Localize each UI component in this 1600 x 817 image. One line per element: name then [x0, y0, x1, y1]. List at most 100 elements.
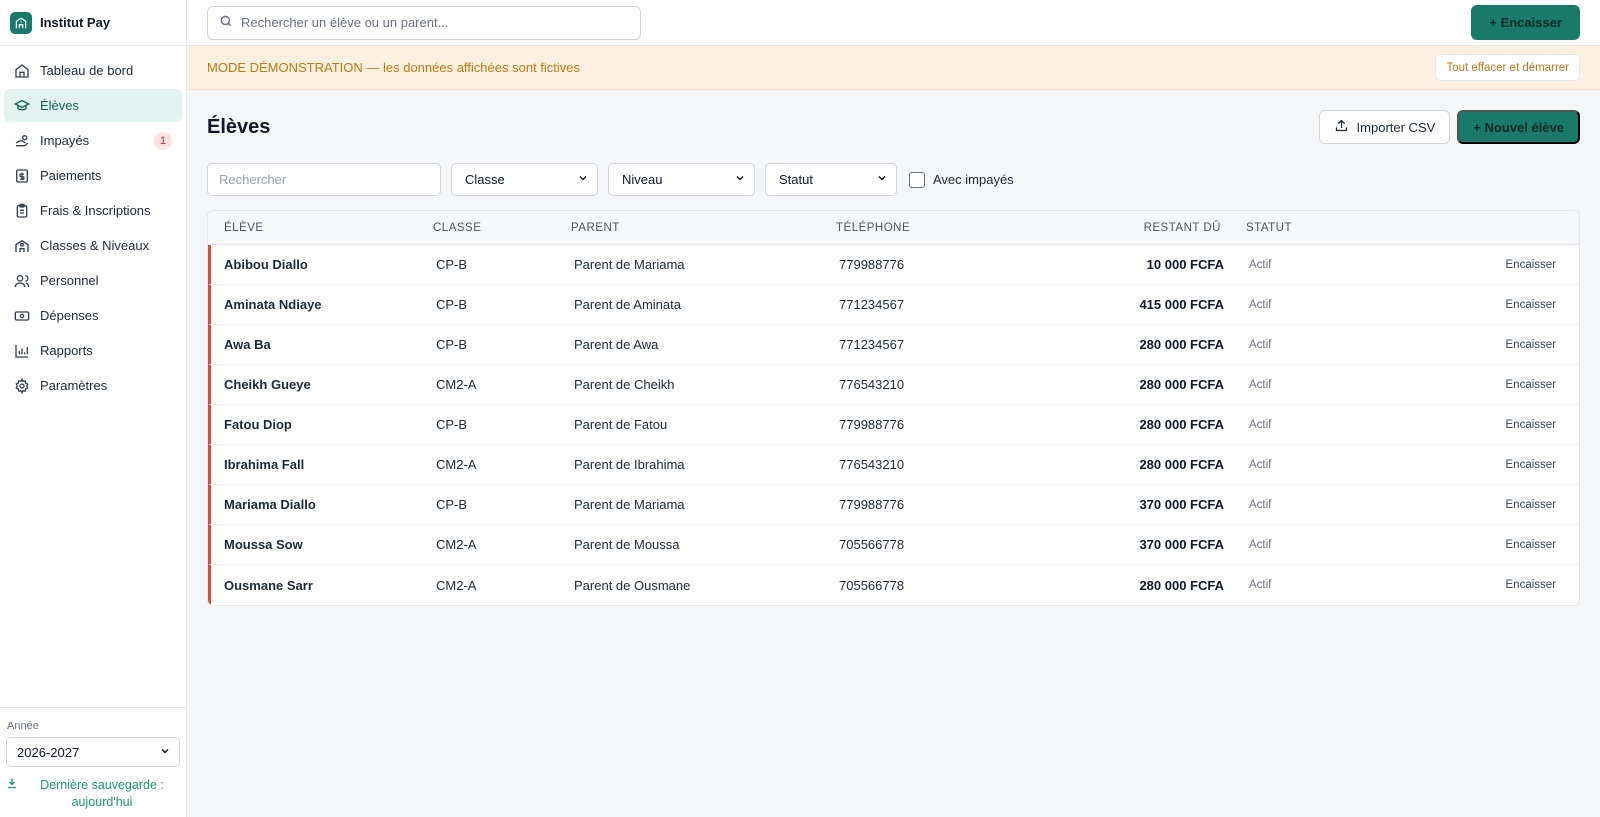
cell-eleve: Cheikh Gueye — [224, 377, 311, 392]
cell-telephone: 779988776 — [839, 417, 905, 432]
hand-coins-icon — [14, 133, 30, 149]
sidebar-item-label: Dépenses — [40, 308, 99, 323]
student-search-input[interactable]: Rechercher — [207, 163, 441, 196]
unpaid-filter-checkbox[interactable]: Avec impayés — [909, 171, 1014, 188]
unpaid-filter-label: Avec impayés — [933, 172, 1014, 187]
row-encaisser-button[interactable]: Encaisser — [1324, 419, 1579, 431]
reset-and-start-button[interactable]: Tout effacer et démarrer — [1435, 54, 1580, 81]
backup-text: Dernière sauvegarde : aujourd'hui — [40, 778, 164, 809]
app-root: Institut Pay Tableau de bord Élèves Impa… — [0, 0, 1600, 817]
cell-classe: CP-B — [436, 497, 468, 512]
sidebar-item-frais-inscriptions[interactable]: Frais & Inscriptions — [4, 194, 182, 227]
table-row[interactable]: Cheikh Gueye CM2-A Parent de Cheikh 7765… — [208, 365, 1579, 405]
sidebar-item-depenses[interactable]: Dépenses — [4, 299, 182, 332]
encaisser-button[interactable]: + Encaisser — [1471, 5, 1580, 40]
sidebar-item-impayes[interactable]: Impayés 1 — [4, 124, 182, 157]
table-row[interactable]: Moussa Sow CM2-A Parent de Moussa 705566… — [208, 525, 1579, 565]
chevron-down-icon — [876, 172, 888, 187]
year-select-value: 2026-2027 — [17, 744, 80, 760]
sidebar-item-eleves[interactable]: Élèves — [4, 89, 182, 122]
sidebar-item-tableau-de-bord[interactable]: Tableau de bord — [4, 54, 182, 87]
cell-eleve: Awa Ba — [224, 337, 271, 352]
sidebar-item-parametres[interactable]: Paramètres — [4, 369, 182, 402]
search-icon — [219, 14, 233, 31]
statut-filter-select[interactable]: Statut — [765, 163, 897, 196]
row-encaisser-button[interactable]: Encaisser — [1324, 499, 1579, 511]
cell-restant-du: 280 000 FCFA — [1139, 417, 1224, 432]
column-header-restant-du[interactable]: RESTANT DÛ — [1036, 222, 1221, 234]
demo-banner: MODE DÉMONSTRATION — les données affiché… — [187, 46, 1600, 90]
sidebar-item-label: Élèves — [40, 98, 80, 113]
gear-icon — [14, 377, 30, 394]
table-row[interactable]: Mariama Diallo CP-B Parent de Mariama 77… — [208, 485, 1579, 525]
classe-filter-select[interactable]: Classe — [451, 163, 598, 196]
table-row[interactable]: Aminata Ndiaye CP-B Parent de Aminata 77… — [208, 285, 1579, 325]
school-icon — [14, 238, 30, 254]
cell-classe: CP-B — [436, 297, 468, 312]
cell-restant-du: 10 000 FCFA — [1146, 257, 1224, 272]
niveau-filter-select[interactable]: Niveau — [608, 163, 755, 196]
cell-telephone: 779988776 — [839, 497, 905, 512]
cell-statut: Actif — [1249, 298, 1272, 311]
row-encaisser-button[interactable]: Encaisser — [1324, 379, 1579, 391]
sidebar-item-paiements[interactable]: Paiements — [4, 159, 182, 192]
table-row[interactable]: Ibrahima Fall CM2-A Parent de Ibrahima 7… — [208, 445, 1579, 485]
brand-name: Institut Pay — [40, 15, 111, 30]
table-row[interactable]: Awa Ba CP-B Parent de Awa 771234567 280 … — [208, 325, 1579, 365]
sidebar-item-personnel[interactable]: Personnel — [4, 264, 182, 297]
table-row[interactable]: Fatou Diop CP-B Parent de Fatou 77998877… — [208, 405, 1579, 445]
row-encaisser-button[interactable]: Encaisser — [1324, 579, 1579, 591]
cell-parent: Parent de Fatou — [574, 417, 668, 432]
row-encaisser-button[interactable]: Encaisser — [1324, 299, 1579, 311]
statut-filter-value: Statut — [779, 172, 813, 187]
receipt-icon — [14, 168, 30, 184]
column-header-statut[interactable]: STATUT — [1221, 222, 1321, 234]
sidebar-item-label: Tableau de bord — [40, 63, 134, 78]
column-header-parent[interactable]: PARENT — [571, 222, 836, 234]
checkbox-box[interactable] — [909, 171, 925, 188]
demo-banner-text: MODE DÉMONSTRATION — les données affiché… — [207, 60, 581, 75]
brand[interactable]: Institut Pay — [0, 0, 186, 46]
banknote-icon — [14, 308, 30, 324]
cell-classe: CM2-A — [436, 377, 477, 392]
cell-telephone: 705566778 — [839, 577, 905, 593]
cell-restant-du: 370 000 FCFA — [1139, 497, 1224, 512]
cell-classe: CM2-A — [436, 457, 477, 472]
cell-telephone: 776543210 — [839, 377, 905, 392]
topbar: Rechercher un élève ou un parent... + En… — [187, 0, 1600, 46]
chevron-down-icon — [734, 172, 746, 187]
cell-parent: Parent de Cheikh — [574, 377, 675, 392]
sidebar-item-rapports[interactable]: Rapports — [4, 334, 182, 367]
cell-parent: Parent de Mariama — [574, 497, 685, 512]
row-encaisser-button[interactable]: Encaisser — [1324, 259, 1579, 271]
sidebar-item-classes-niveaux[interactable]: Classes & Niveaux — [4, 229, 182, 262]
global-search-input[interactable]: Rechercher un élève ou un parent... — [207, 5, 641, 40]
table-row[interactable]: Abibou Diallo CP-B Parent de Mariama 779… — [208, 245, 1579, 285]
sidebar-item-label: Impayés — [40, 133, 90, 148]
classe-filter-value: Classe — [465, 172, 505, 187]
row-encaisser-button[interactable]: Encaisser — [1324, 539, 1579, 551]
sidebar-nav: Tableau de bord Élèves Impayés 1 Paiemen… — [0, 46, 186, 707]
sidebar-item-label: Frais & Inscriptions — [40, 203, 151, 218]
main-area: Rechercher un élève ou un parent... + En… — [187, 0, 1600, 817]
cell-statut: Actif — [1249, 378, 1272, 391]
cell-classe: CP-B — [436, 417, 468, 432]
cell-eleve: Moussa Sow — [224, 537, 303, 552]
cell-statut: Actif — [1249, 538, 1272, 551]
cell-eleve: Fatou Diop — [224, 417, 292, 432]
import-csv-label: Importer CSV — [1356, 119, 1436, 135]
cell-restant-du: 415 000 FCFA — [1139, 297, 1224, 312]
year-select[interactable]: 2026-2027 — [6, 737, 180, 767]
download-icon — [6, 777, 18, 811]
new-student-button[interactable]: + Nouvel élève — [1457, 110, 1580, 144]
cell-parent: Parent de Awa — [574, 337, 659, 352]
table-row[interactable]: Ousmane Sarr CM2-A Parent de Ousmane 705… — [208, 565, 1579, 605]
cell-telephone: 771234567 — [839, 337, 905, 352]
column-header-eleve[interactable]: ÉLÈVE — [208, 222, 433, 234]
row-encaisser-button[interactable]: Encaisser — [1324, 339, 1579, 351]
import-csv-button[interactable]: Importer CSV — [1318, 110, 1451, 144]
row-encaisser-button[interactable]: Encaisser — [1324, 459, 1579, 471]
cell-restant-du: 280 000 FCFA — [1139, 577, 1224, 593]
column-header-telephone[interactable]: TÉLÉPHONE — [836, 222, 1036, 234]
column-header-classe[interactable]: CLASSE — [433, 222, 571, 234]
